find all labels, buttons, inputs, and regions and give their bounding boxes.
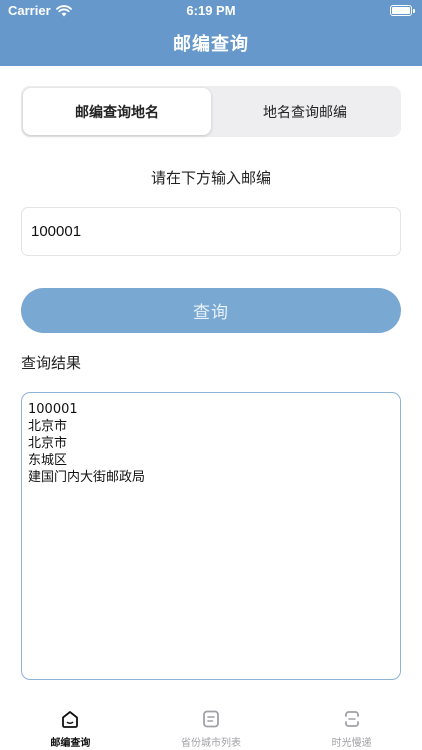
result-label: 查询结果 xyxy=(21,354,82,372)
tab-bar: 邮编查询 省份城市列表 时光慢递 xyxy=(0,700,422,750)
result-textarea[interactable]: 100001 北京市 北京市 东城区 建国门内大街邮政局 xyxy=(21,392,401,680)
segment-zip-to-place[interactable]: 邮编查询地名 xyxy=(23,88,211,135)
zip-input[interactable]: 100001 xyxy=(21,207,401,256)
tab-slow-mail[interactable]: 时光慢递 xyxy=(281,700,422,750)
result-line: 东城区 xyxy=(28,453,68,468)
segmented-control: 邮编查询地名 地名查询邮编 xyxy=(21,86,401,137)
tab-label: 邮编查询 xyxy=(50,738,91,749)
page-title: 邮编查询 xyxy=(173,34,249,55)
status-bar: Carrier 6:19 PM xyxy=(0,0,422,22)
result-line: 北京市 xyxy=(28,436,68,451)
battery-icon xyxy=(390,5,415,16)
query-button[interactable]: 查询 xyxy=(21,288,401,333)
mail-icon xyxy=(344,711,359,727)
tab-zip-query[interactable]: 邮编查询 xyxy=(0,700,141,750)
home-icon xyxy=(62,711,79,728)
segment-place-to-zip[interactable]: 地名查询邮编 xyxy=(211,88,399,135)
input-prompt: 请在下方输入邮编 xyxy=(150,169,271,187)
tab-label: 省份城市列表 xyxy=(181,738,241,749)
tab-label: 时光慢递 xyxy=(331,738,372,749)
result-line: 北京市 xyxy=(28,419,68,434)
status-time: 6:19 PM xyxy=(186,3,236,18)
tab-province-list[interactable]: 省份城市列表 xyxy=(141,700,282,750)
result-line: 建国门内大街邮政局 xyxy=(28,470,146,485)
nav-header: Carrier 6:19 PM 邮编查询 xyxy=(0,0,422,66)
list-icon xyxy=(203,710,219,728)
result-line: 100001 xyxy=(28,402,78,417)
